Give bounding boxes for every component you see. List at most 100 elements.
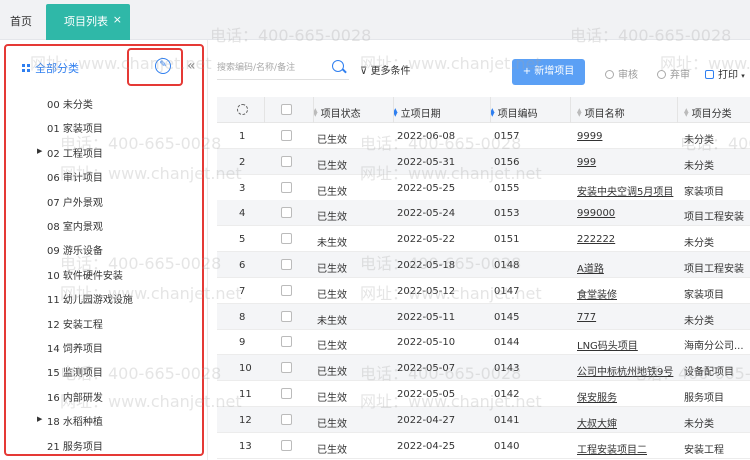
expand-arrow-icon[interactable]: ▶ [37, 415, 42, 423]
table-row[interactable]: 7 已生效 2022-05-12 0147 食堂装修 家装项目 [217, 278, 750, 304]
sort-icon: ▲ ▼ [577, 107, 582, 118]
all-categories[interactable]: 全部分类 [22, 60, 79, 76]
cell-name[interactable]: A道路 [577, 260, 604, 275]
row-checkbox[interactable] [281, 413, 292, 425]
cell-name[interactable]: 9999 [577, 131, 602, 142]
abandon-label: 弃审 [670, 70, 690, 81]
row-checkbox[interactable] [281, 130, 292, 141]
header-category[interactable]: ▲ ▼ 项目分类 [684, 105, 732, 121]
sort-icon: ▲ ▼ [684, 107, 689, 118]
row-checkbox[interactable] [281, 233, 292, 245]
row-checkbox[interactable] [281, 439, 292, 451]
print-button[interactable]: 打印 ▾ [705, 66, 745, 81]
category-item[interactable]: 16 内部研发 [47, 389, 103, 404]
collapse-icon[interactable]: « [187, 58, 196, 74]
cell-name[interactable]: 777 [577, 312, 596, 323]
cell-name[interactable]: 大叔大婶 [577, 415, 617, 430]
row-checkbox[interactable] [281, 155, 292, 167]
cell-name[interactable]: 保安服务 [577, 389, 617, 404]
header-date[interactable]: ▲ ▼ 立项日期 [393, 105, 441, 121]
table-row[interactable]: 1 已生效 2022-06-08 0157 9999 未分类 [217, 123, 750, 149]
cell-status: 已生效 [317, 160, 347, 172]
category-item[interactable]: 01 家装项目 [47, 120, 103, 135]
row-checkbox[interactable] [281, 259, 292, 270]
table-row[interactable]: 12 已生效 2022-04-27 0141 大叔大婶 未分类 [217, 406, 750, 433]
cell-date: 2022-05-07 [397, 363, 456, 375]
table-row[interactable]: 9 已生效 2022-05-10 0144 LNG码头项目 海南分公司... [217, 329, 750, 356]
category-item[interactable]: 07 户外景观 [47, 194, 103, 209]
cell-no: 9 [239, 337, 246, 349]
category-item[interactable]: 00 未分类 [47, 96, 93, 111]
audit-label: 审核 [618, 70, 638, 81]
cell-name[interactable]: 222222 [577, 234, 615, 245]
table-row[interactable]: 5 未生效 2022-05-22 0151 222222 未分类 [217, 226, 750, 253]
cell-name[interactable]: 999 [577, 157, 596, 168]
column-divider [264, 97, 265, 123]
cell-name[interactable]: 工程安装项目二 [577, 441, 647, 456]
header-code[interactable]: ▲ ▼ 项目编码 [490, 105, 538, 121]
select-all-checkbox[interactable] [281, 104, 292, 115]
category-item[interactable]: 09 游乐设备 [47, 242, 103, 257]
search-icon[interactable] [332, 60, 344, 72]
category-item[interactable]: 11 幼儿园游戏设施 [47, 291, 133, 306]
cell-name[interactable]: 公司中标杭州地铁9号 [577, 363, 673, 378]
row-checkbox[interactable] [281, 388, 292, 399]
category-item[interactable]: 10 软件硬件安装 [47, 267, 123, 282]
row-checkbox[interactable] [281, 284, 292, 296]
row-checkbox[interactable] [281, 181, 292, 193]
cell-date: 2022-06-08 [397, 131, 456, 142]
more-filter-button[interactable]: ⊽ 更多条件 [360, 62, 411, 77]
category-item[interactable]: 06 审计项目 [47, 169, 103, 184]
cell-category: 未分类 [684, 315, 714, 327]
tab-home[interactable]: 首页 [10, 13, 32, 29]
category-item[interactable]: 18 水稻种植 [47, 413, 103, 428]
table-row[interactable]: 3 已生效 2022-05-25 0155 安装中央空调5月项目 家装项目 [217, 175, 750, 201]
table-row[interactable]: 2 已生效 2022-05-31 0156 999 未分类 [217, 148, 750, 175]
cell-date: 2022-05-31 [397, 156, 456, 168]
search-input[interactable]: 搜索编码/名称/备注 [217, 60, 349, 80]
cell-category: 设备配项目 [684, 367, 734, 379]
cell-name[interactable]: 999000 [577, 208, 615, 219]
header-status[interactable]: ▲ ▼ 项目状态 [313, 105, 361, 121]
row-checkbox[interactable] [281, 336, 292, 348]
more-filter-label: 更多条件 [370, 66, 411, 77]
table-row[interactable]: 8 未生效 2022-05-11 0145 777 未分类 [217, 303, 750, 330]
cell-status: 已生效 [317, 393, 347, 404]
gear-icon[interactable] [237, 104, 248, 115]
category-item[interactable]: 15 监测项目 [47, 364, 103, 379]
table-row[interactable]: 11 已生效 2022-05-05 0142 保安服务 服务项目 [217, 381, 750, 407]
category-item[interactable]: 02 工程项目 [47, 145, 103, 160]
cell-name[interactable]: LNG码头项目 [577, 337, 638, 352]
cell-no: 2 [239, 156, 246, 168]
audit-icon [605, 70, 614, 79]
audit-button[interactable]: 审核 [605, 66, 638, 81]
table-row[interactable]: 13 已生效 2022-04-25 0140 工程安装项目二 安装工程 [217, 433, 750, 459]
category-item[interactable]: 21 服务项目 [47, 438, 103, 453]
close-icon[interactable]: × [113, 13, 122, 26]
table-row[interactable]: 4 已生效 2022-05-24 0153 999000 项目工程安装 [217, 200, 750, 227]
add-project-button[interactable]: + 新增项目 [512, 59, 585, 85]
abandon-button[interactable]: 弃审 [657, 66, 690, 81]
row-checkbox[interactable] [281, 362, 292, 374]
column-divider [313, 97, 314, 123]
row-checkbox[interactable] [281, 207, 292, 219]
table-row[interactable]: 10 已生效 2022-05-07 0143 公司中标杭州地铁9号 设备配项目 [217, 355, 750, 382]
header-name[interactable]: ▲ ▼ 项目名称 [577, 105, 625, 121]
expand-arrow-icon[interactable]: ▶ [37, 147, 42, 155]
category-item[interactable]: 08 室内景观 [47, 218, 103, 233]
cell-name[interactable]: 安装中央空调5月项目 [577, 183, 673, 198]
edit-icon[interactable]: ✎ [155, 58, 171, 74]
all-categories-label: 全部分类 [35, 62, 79, 75]
cell-category: 未分类 [684, 418, 714, 430]
category-item[interactable]: 14 饲养项目 [47, 340, 103, 355]
tab-project-list[interactable]: 项目列表 × [46, 4, 130, 40]
cell-no: 13 [239, 440, 252, 452]
category-item[interactable]: 12 安装工程 [47, 316, 103, 331]
table-row[interactable]: 6 已生效 2022-05-18 0148 A道路 项目工程安装 [217, 252, 750, 278]
cell-status: 已生效 [317, 444, 347, 456]
row-checkbox[interactable] [281, 310, 292, 322]
cell-code: 0153 [494, 208, 520, 220]
cell-name[interactable]: 食堂装修 [577, 286, 617, 301]
column-divider [570, 97, 571, 123]
cell-code: 0147 [494, 285, 520, 297]
